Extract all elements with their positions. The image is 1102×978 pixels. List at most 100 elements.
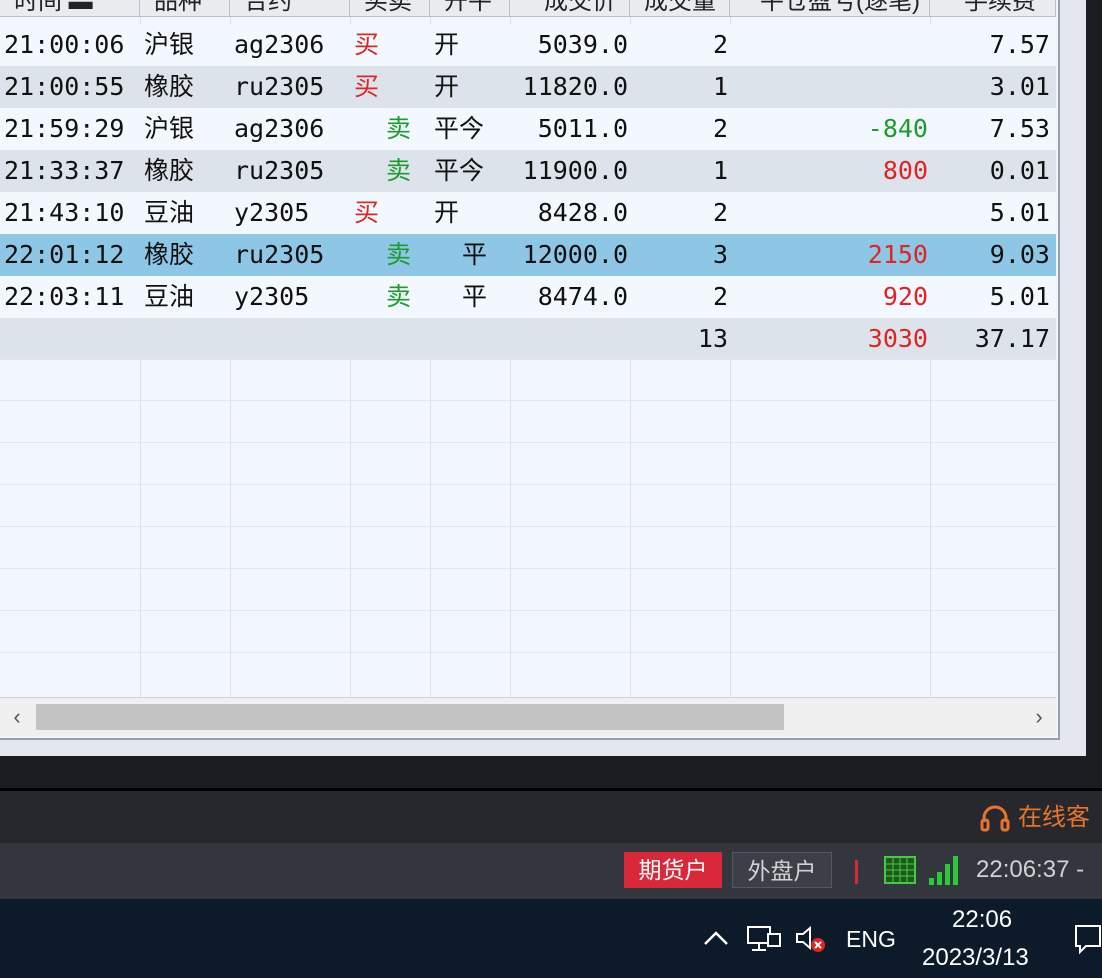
cell-volume: 2 [712,114,728,143]
trade-window: 时间 ▬ 品种 合约 买卖 开平 成交价 成交量 平仓盈亏(逐笔) 手续费 21… [0,0,1086,756]
server-time: 22:06:37 - [976,856,1085,883]
table-row[interactable]: 21:00:06 沪银 ag2306 买 开 5039.0 2 7.57 [0,24,1056,66]
cell-time: 21:00:06 [4,30,125,59]
cell-side: 买 [354,30,380,59]
cell-open-close: 平 [462,282,488,311]
cell-time: 21:33:37 [4,156,125,185]
header-time[interactable]: 时间 ▬ [0,0,140,16]
connection-grid-icon [884,856,916,884]
cell-pnl: -840 [867,114,928,143]
cell-contract: ag2306 [234,114,325,143]
table-row[interactable]: 21:00:55 橡胶 ru2305 买 开 11820.0 1 3.01 [0,66,1056,108]
cell-open-close: 平今 [434,114,485,143]
cell-time: 22:01:12 [4,240,125,269]
cell-volume: 3 [712,240,728,269]
cell-variety: 豆油 [144,198,195,227]
header-volume[interactable]: 成交量 [630,0,730,16]
chevron-up-icon[interactable] [702,928,730,948]
cell-volume: 2 [712,198,728,227]
cell-fee: 7.57 [989,30,1050,59]
cell-pnl: 2150 [867,240,928,269]
cell-contract: ru2305 [234,240,325,269]
cell-time: 21:59:29 [4,114,125,143]
input-language[interactable]: ENG [846,926,896,953]
empty-row [0,652,1056,695]
cell-pnl [730,192,930,234]
cell-variety: 沪银 [144,114,195,143]
headset-icon [980,805,1010,832]
taskbar-clock-date[interactable]: 2023/3/13 [922,944,1029,972]
table-row[interactable]: 21:59:29 沪银 ag2306 卖平今 5011.0 2 -840 7.53 [0,108,1056,150]
cell-price: 8428.0 [537,198,628,227]
table-row[interactable]: 22:01:12 橡胶 ru2305 卖 平 12000.0 3 2150 9.03 [0,234,1056,276]
cell-fee: 5.01 [989,198,1050,227]
cell-open-close: 开 [434,30,460,59]
table-row[interactable]: 22:03:11 豆油 y2305 卖 平 8474.0 2 920 5.01 [0,276,1056,318]
scroll-right-icon[interactable]: › [1026,704,1052,730]
cell-price: 11900.0 [522,156,628,185]
cell-time: 21:43:10 [4,198,125,227]
cell-price: 12000.0 [522,240,628,269]
cell-contract: y2305 [234,198,310,227]
network-icon[interactable] [746,924,782,954]
cell-open-close: 平今 [434,156,485,185]
total-fee: 37.17 [974,324,1050,353]
header-contract[interactable]: 合约 [230,0,350,16]
trade-records-table: 时间 ▬ 品种 合约 买卖 开平 成交价 成交量 平仓盈亏(逐笔) 手续费 21… [0,0,1060,740]
empty-row [0,610,1056,653]
cell-price: 5039.0 [537,30,628,59]
foreign-account-tab[interactable]: 外盘户 [732,852,832,888]
scrollbar-thumb[interactable] [36,704,784,730]
cell-side: 买 [354,198,380,227]
cell-variety: 沪银 [144,30,195,59]
header-variety[interactable]: 品种 [140,0,230,16]
cell-contract: y2305 [234,282,310,311]
header-price[interactable]: 成交价 [510,0,630,16]
futures-account-tab[interactable]: 期货户 [624,852,722,888]
cell-fee: 7.53 [989,114,1050,143]
cell-contract: ru2305 [234,156,325,185]
header-side[interactable]: 买卖 [350,0,430,16]
app-service-bar [0,791,1102,843]
cell-open-close: 平 [462,240,488,269]
cell-side: 卖 [386,156,412,185]
cell-open-close: 开 [434,72,460,101]
horizontal-scrollbar[interactable]: ‹ › [0,697,1056,736]
cell-open-close: 开 [434,198,460,227]
cell-variety: 橡胶 [144,72,195,101]
cell-fee: 5.01 [989,282,1050,311]
cell-price: 11820.0 [522,72,628,101]
cell-side: 买 [354,72,380,101]
header-open-close[interactable]: 开平 [430,0,510,16]
empty-row [0,442,1056,485]
notification-icon[interactable] [1072,922,1102,956]
signal-strength-icon [929,856,958,885]
empty-row [0,484,1056,527]
cell-volume: 2 [712,30,728,59]
cell-fee: 9.03 [989,240,1050,269]
table-row[interactable]: 21:33:37 橡胶 ru2305 卖平今 11900.0 1 800 0.01 [0,150,1056,192]
cell-side: 卖 [386,240,412,269]
cell-pnl: 920 [882,282,928,311]
table-row[interactable]: 21:43:10 豆油 y2305 买 开 8428.0 2 5.01 [0,192,1056,234]
cell-volume: 1 [712,156,728,185]
online-service-link[interactable]: 在线客 [980,803,1090,833]
total-pnl: 3030 [867,324,928,353]
taskbar-clock-time[interactable]: 22:06 [952,906,1012,934]
empty-row [0,526,1056,569]
empty-row [0,358,1056,401]
cell-contract: ru2305 [234,72,325,101]
cell-pnl: 800 [882,156,928,185]
online-service-label: 在线客 [1018,804,1090,831]
empty-row [0,400,1056,443]
cell-fee: 0.01 [989,156,1050,185]
header-fee[interactable]: 手续费 [930,0,1056,16]
cell-contract: ag2306 [234,30,325,59]
volume-muted-icon[interactable] [794,924,830,954]
header-pnl[interactable]: 平仓盈亏(逐笔) [730,0,930,16]
cell-side: 卖 [386,282,412,311]
scroll-left-icon[interactable]: ‹ [4,704,30,730]
cell-variety: 豆油 [144,282,195,311]
table-header: 时间 ▬ 品种 合约 买卖 开平 成交价 成交量 平仓盈亏(逐笔) 手续费 [0,0,1056,17]
cell-time: 22:03:11 [4,282,125,311]
